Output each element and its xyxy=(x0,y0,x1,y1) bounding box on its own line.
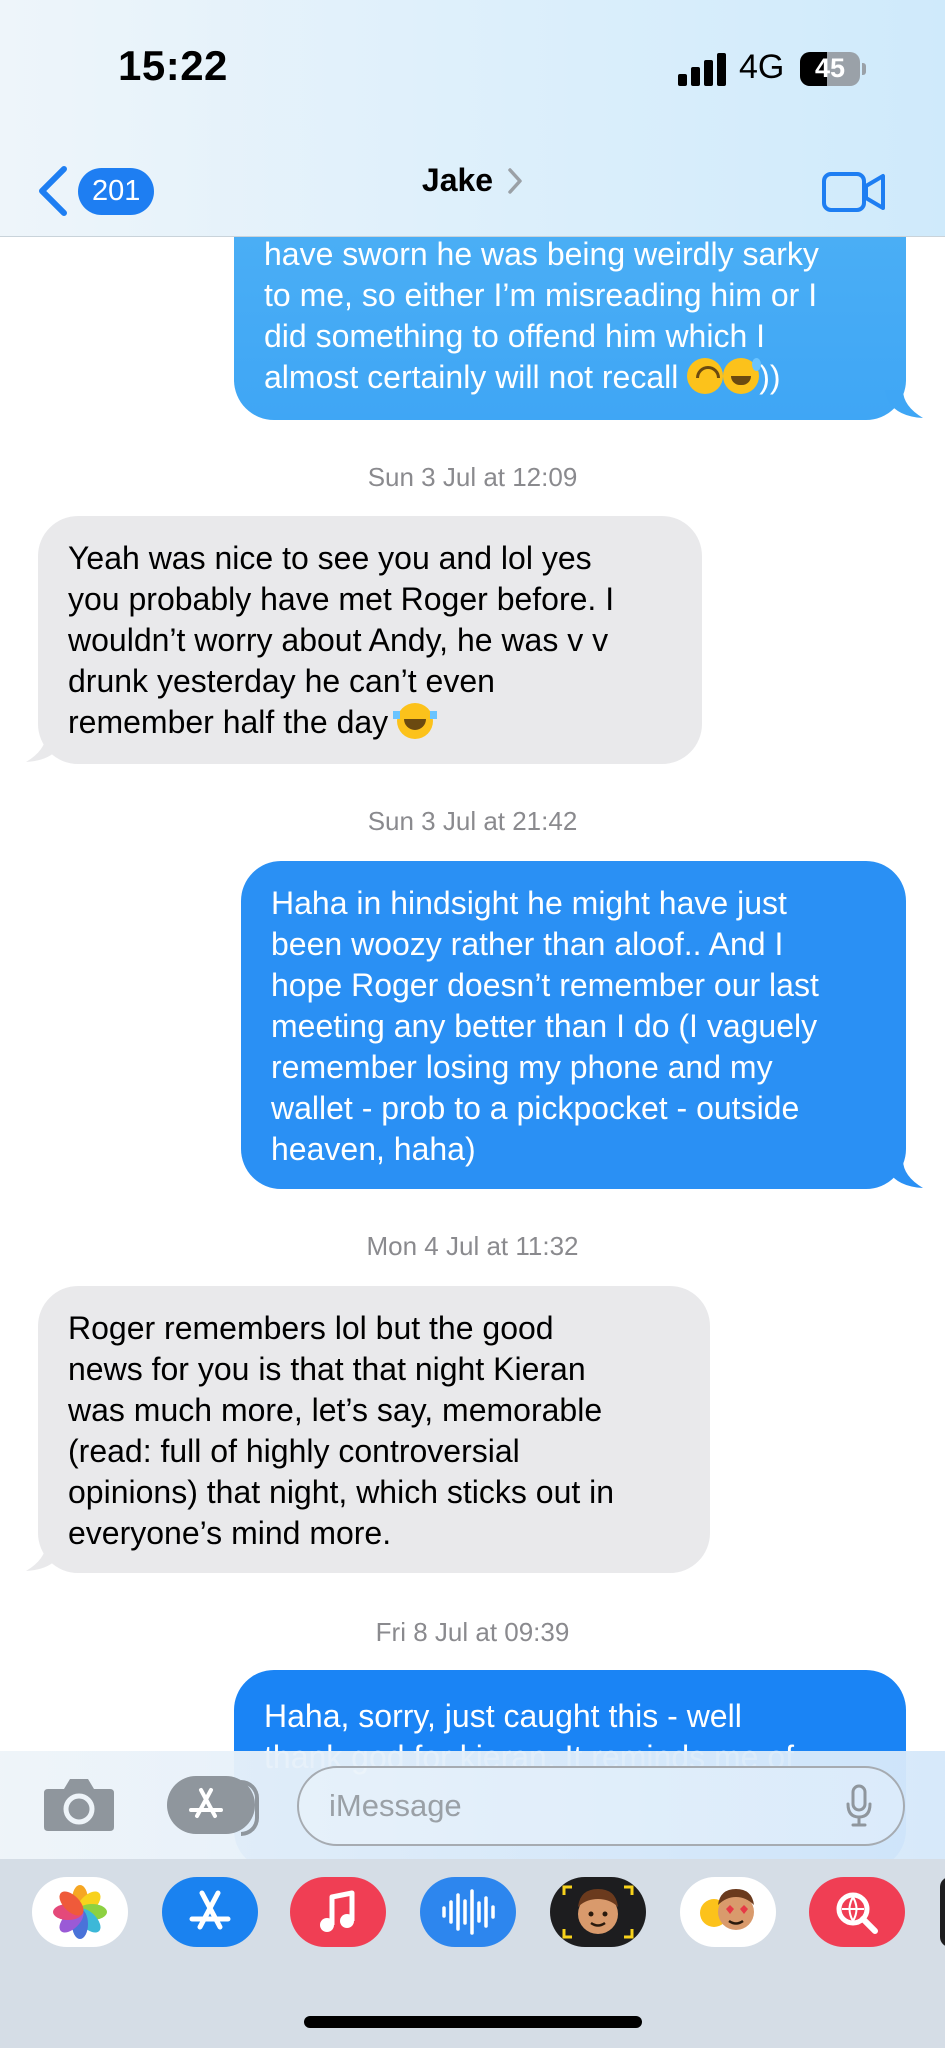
photos-icon[interactable] xyxy=(32,1877,128,1947)
message-line-text: remember half the day xyxy=(68,704,389,740)
face-with-tears-of-joy-icon xyxy=(393,703,438,739)
message-line: hope Roger doesn’t remember our last xyxy=(271,967,819,1003)
message-line: opinions) that night, which sticks out i… xyxy=(68,1474,615,1510)
bubble-tail xyxy=(26,1543,64,1571)
message-line: remember losing my phone and my xyxy=(271,1049,773,1085)
message-line: been woozy rather than aloof.. And I xyxy=(271,926,784,962)
message-line: wouldn’t worry about Andy, he was v v xyxy=(68,622,609,658)
grinning-sweat-icon xyxy=(723,358,762,394)
message-line: to me, so either I’m misreading him or I xyxy=(264,277,818,313)
incoming-message[interactable]: Roger remembers lol but the good news fo… xyxy=(38,1286,710,1573)
timestamp: Sun 3 Jul at 12:09 xyxy=(367,462,578,492)
timestamp: Mon 4 Jul at 11:32 xyxy=(366,1231,579,1261)
app-store-icon[interactable] xyxy=(162,1877,258,1947)
app-store-icon xyxy=(189,1788,223,1818)
battery-percent: 45 xyxy=(814,53,846,83)
message-line: news for you is that that night Kieran xyxy=(68,1351,586,1387)
battery-icon: 45 xyxy=(800,52,860,86)
bubble-tail xyxy=(885,1160,923,1188)
cellular-signal-icon xyxy=(678,52,728,86)
message-line-suffix: )) xyxy=(759,359,781,395)
video-camera-icon[interactable] xyxy=(822,170,886,214)
contact-title-button[interactable]: Jake xyxy=(0,162,945,199)
message-line: Yeah was nice to see you and lol yes xyxy=(68,540,592,576)
message-line: remember half the day xyxy=(68,702,672,743)
message-line: was much more, let’s say, memorable xyxy=(68,1392,603,1428)
message-line: Haha in hindsight he might have just xyxy=(271,885,787,921)
chevron-right-icon xyxy=(508,167,522,194)
microphone-icon[interactable] xyxy=(845,1784,873,1828)
timestamp: Fri 8 Jul at 09:39 xyxy=(375,1617,570,1647)
bubble-tail xyxy=(26,734,64,762)
home-indicator xyxy=(304,2016,642,2028)
message-line: drunk yesterday he can’t even xyxy=(68,663,495,699)
message-line: almost certainly will not recall )) xyxy=(264,357,876,398)
message-line: everyone’s mind more. xyxy=(68,1515,392,1551)
message-line: Roger remembers lol but the good xyxy=(68,1310,554,1346)
camera-icon[interactable] xyxy=(42,1775,116,1833)
image-search-icon[interactable] xyxy=(809,1877,905,1947)
bubble-tail xyxy=(885,390,923,418)
message-line-text: almost certainly will not recall xyxy=(264,359,679,395)
more-apps-icon[interactable] xyxy=(940,1877,945,1947)
outgoing-message[interactable]: Haha in hindsight he might have just bee… xyxy=(241,861,906,1189)
incoming-message[interactable]: Yeah was nice to see you and lol yes you… xyxy=(38,516,702,764)
message-line: meeting any better than I do (I vaguely xyxy=(271,1008,818,1044)
message-input[interactable]: iMessage xyxy=(297,1766,905,1846)
memoji-stickers-icon[interactable] xyxy=(680,1877,776,1947)
music-icon[interactable] xyxy=(290,1877,386,1947)
outgoing-message[interactable]: have sworn he was being weirdly sarky to… xyxy=(234,236,906,420)
message-line: heaven, haha) xyxy=(271,1131,476,1167)
status-time: 15:22 xyxy=(118,42,228,89)
message-line: you probably have met Roger before. I xyxy=(68,581,615,617)
memoji-icon[interactable] xyxy=(550,1877,646,1947)
upside-down-face-icon xyxy=(687,358,724,394)
network-type: 4G xyxy=(739,48,785,86)
message-input-placeholder: iMessage xyxy=(329,1788,462,1823)
timestamp: Sun 3 Jul at 21:42 xyxy=(367,806,578,836)
message-line: wallet - prob to a pickpocket - outside xyxy=(271,1090,800,1126)
message-line: Haha, sorry, just caught this - well xyxy=(264,1698,742,1734)
apps-button[interactable] xyxy=(167,1776,259,1836)
battery-nub xyxy=(862,63,866,75)
message-line: have sworn he was being weirdly sarky xyxy=(264,236,819,272)
message-line: did something to offend him which I xyxy=(264,318,766,354)
contact-name: Jake xyxy=(421,162,494,198)
message-line: (read: full of highly controversial xyxy=(68,1433,520,1469)
audio-message-icon[interactable] xyxy=(420,1877,516,1947)
